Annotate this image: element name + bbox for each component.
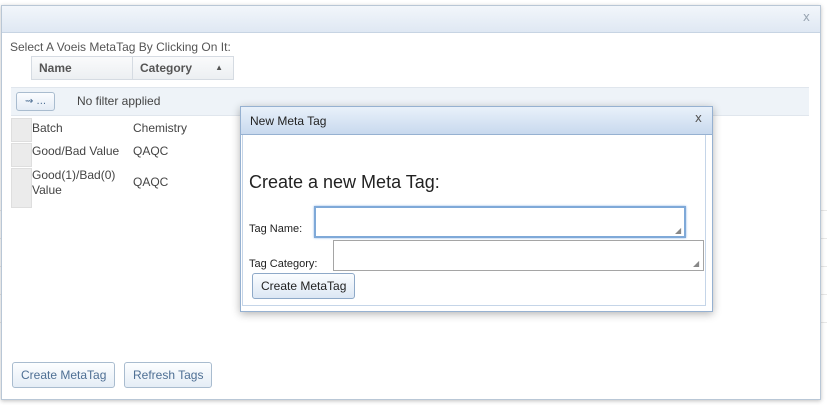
- cell-category: QAQC: [133, 175, 169, 189]
- column-header-category-label: Category: [140, 61, 193, 75]
- tag-category-field[interactable]: [333, 240, 704, 271]
- resize-grip-icon[interactable]: ◢: [675, 227, 683, 235]
- sort-ascending-icon: ▲: [215, 63, 223, 72]
- refresh-tags-button[interactable]: Refresh Tags: [124, 362, 213, 388]
- create-metatag-button[interactable]: Create MetaTag: [12, 362, 116, 388]
- cell-name: Good/Bad Value: [32, 144, 120, 158]
- cell-name: Good(1)/Bad(0) Value: [32, 168, 116, 197]
- table-row[interactable]: Good/Bad Value QAQC: [11, 143, 251, 167]
- close-icon[interactable]: x: [803, 10, 810, 24]
- close-icon[interactable]: x: [695, 111, 702, 125]
- filter-button[interactable]: ⇝ ...: [16, 92, 55, 111]
- cell-category: Chemistry: [133, 121, 188, 135]
- table-row[interactable]: Batch Chemistry: [11, 118, 251, 142]
- row-selector[interactable]: [11, 168, 32, 208]
- column-header-category[interactable]: Category ▲: [133, 57, 233, 79]
- cell-category: QAQC: [133, 144, 169, 158]
- filter-status: No filter applied: [77, 94, 161, 108]
- select-instruction: Select A Voeis MetaTag By Clicking On It…: [10, 40, 231, 54]
- table-row[interactable]: Good(1)/Bad(0) Value QAQC: [11, 168, 251, 208]
- tag-name-field[interactable]: [314, 206, 686, 238]
- modal-heading: Create a new Meta Tag:: [249, 172, 440, 192]
- outer-dialog-titlebar: x: [2, 6, 820, 33]
- row-selector[interactable]: [11, 118, 32, 142]
- modal-create-metatag-button[interactable]: Create MetaTag: [252, 273, 356, 299]
- modal-titlebar: New Meta Tag x: [241, 107, 712, 135]
- tag-category-label: Tag Category:: [249, 258, 318, 270]
- new-meta-tag-dialog: New Meta Tag x Create a new Meta Tag: Ta…: [240, 106, 713, 312]
- row-selector[interactable]: [11, 143, 32, 167]
- grid-header: Name Category ▲: [31, 56, 234, 80]
- tag-name-label: Tag Name:: [249, 223, 303, 235]
- modal-title: New Meta Tag: [250, 114, 327, 128]
- cell-name: Batch: [32, 121, 63, 135]
- column-header-name[interactable]: Name: [32, 57, 133, 79]
- resize-grip-icon[interactable]: ◢: [693, 260, 701, 268]
